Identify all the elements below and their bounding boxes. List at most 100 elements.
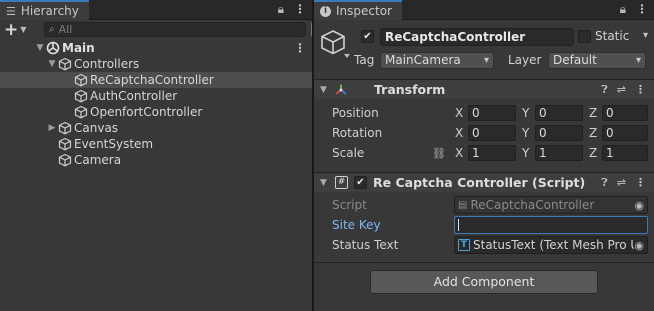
site-key-input[interactable] bbox=[454, 216, 648, 234]
textmeshpro-icon: T bbox=[458, 239, 470, 251]
chevron-down-icon: ▼ bbox=[20, 25, 27, 34]
more-options-icon[interactable]: ⋮ bbox=[635, 83, 646, 97]
tree-item-label: Main bbox=[62, 41, 95, 55]
rotation-y-field[interactable]: 0 bbox=[535, 125, 583, 141]
layer-value: Default bbox=[553, 53, 597, 67]
panel-splitter[interactable] bbox=[312, 0, 314, 311]
axis-z-label[interactable]: Z bbox=[589, 146, 597, 160]
tree-item-auth-controller[interactable]: AuthController bbox=[0, 88, 312, 104]
tree-item-event-system[interactable]: EventSystem bbox=[0, 136, 312, 152]
add-component-button[interactable]: Add Component bbox=[370, 270, 598, 294]
object-name-field[interactable]: ReCaptchaController bbox=[380, 28, 574, 46]
more-options-icon[interactable]: ⋮ bbox=[294, 41, 306, 55]
info-icon: i bbox=[320, 5, 331, 17]
transform-icon bbox=[335, 84, 347, 95]
position-z-field[interactable]: 0 bbox=[602, 105, 648, 121]
hierarchy-search-box[interactable]: ⌕ All ⧉ bbox=[44, 22, 327, 37]
layer-dropdown[interactable]: Default bbox=[548, 52, 646, 69]
status-text-field[interactable]: T StatusText (Text Mesh Pro U ◉ bbox=[454, 236, 648, 254]
tree-item-canvas[interactable]: ▶ Canvas bbox=[0, 120, 312, 136]
axis-y-label[interactable]: Y bbox=[522, 126, 529, 140]
help-icon[interactable]: ❓︎ bbox=[601, 83, 608, 97]
script-row: Script ▤ ReCaptchaController ◉ bbox=[314, 195, 654, 215]
tree-item-label: Canvas bbox=[74, 121, 119, 135]
inspector-tab[interactable]: i Inspector bbox=[314, 0, 402, 20]
expand-arrow-icon[interactable]: ▼ bbox=[34, 43, 46, 53]
scale-x-field[interactable]: 1 bbox=[468, 145, 516, 161]
tree-item-controllers[interactable]: ▼ Controllers bbox=[0, 56, 312, 72]
transform-component-header[interactable]: ▼ Transform ❓︎ ⇌ ⋮ bbox=[314, 79, 654, 99]
tag-dropdown[interactable]: MainCamera bbox=[380, 52, 494, 69]
inspector-tab-label: Inspector bbox=[336, 4, 392, 18]
tree-item-openfort-controller[interactable]: OpenfortController bbox=[0, 104, 312, 120]
tree-item-label: OpenfortController bbox=[90, 105, 203, 119]
hierarchy-tab[interactable]: ☰ Hierarchy bbox=[0, 0, 89, 20]
tag-label: Tag bbox=[354, 53, 375, 67]
inspector-tabbar: i Inspector 🔒︎ ⋮ bbox=[314, 0, 654, 20]
axis-y-label[interactable]: Y bbox=[522, 106, 529, 120]
constrain-proportions-icon[interactable]: ⛓︎ bbox=[432, 147, 446, 160]
tree-item-label: AuthController bbox=[90, 89, 178, 103]
add-object-button[interactable]: + ▼ bbox=[4, 21, 38, 38]
search-icon: ⌕ bbox=[49, 24, 55, 35]
object-picker-icon[interactable]: ◉ bbox=[634, 239, 644, 252]
foldout-arrow-icon[interactable]: ▼ bbox=[320, 85, 327, 95]
site-key-label: Site Key bbox=[332, 218, 381, 232]
presets-icon[interactable]: ⇌ bbox=[617, 83, 626, 97]
layer-label: Layer bbox=[508, 53, 542, 67]
gameobject-icon bbox=[58, 153, 72, 167]
status-text-label: Status Text bbox=[332, 238, 399, 252]
rotation-label: Rotation bbox=[332, 126, 383, 140]
axis-z-label[interactable]: Z bbox=[589, 106, 597, 120]
more-options-icon[interactable]: ⋮ bbox=[636, 2, 648, 17]
rotation-x-field[interactable]: 0 bbox=[468, 125, 516, 141]
transform-title: Transform bbox=[374, 82, 446, 97]
tree-item-recaptcha-controller[interactable]: ReCaptchaController bbox=[0, 72, 312, 88]
script-label: Script bbox=[332, 198, 367, 212]
script-component-title: Re Captcha Controller (Script) bbox=[373, 175, 586, 190]
axis-y-label[interactable]: Y bbox=[522, 146, 529, 160]
rotation-z-field[interactable]: 0 bbox=[602, 125, 648, 141]
status-text-row: Status Text T StatusText (Text Mesh Pro … bbox=[314, 235, 654, 255]
gameobject-icon bbox=[58, 137, 72, 151]
gameobject-icon bbox=[74, 73, 88, 87]
axis-x-label[interactable]: X bbox=[455, 126, 463, 140]
script-icon: # bbox=[335, 176, 348, 189]
tag-value: MainCamera bbox=[385, 53, 461, 67]
foldout-arrow-icon[interactable]: ▼ bbox=[320, 178, 327, 188]
tree-item-camera[interactable]: Camera bbox=[0, 152, 312, 168]
more-options-icon[interactable]: ⋮ bbox=[635, 176, 646, 190]
scene-item-main[interactable]: ▼ Main ⋮ bbox=[0, 40, 312, 56]
position-y-field[interactable]: 0 bbox=[535, 105, 583, 121]
scale-label: Scale bbox=[332, 146, 365, 160]
add-object-label: + bbox=[4, 19, 19, 40]
tree-item-label: ReCaptchaController bbox=[90, 73, 214, 87]
more-options-icon[interactable]: ⋮ bbox=[294, 2, 306, 17]
scale-z-field[interactable]: 1 bbox=[602, 145, 648, 161]
component-enabled-checkbox[interactable]: ✔ bbox=[354, 176, 367, 189]
script-value: ReCaptchaController bbox=[470, 198, 595, 212]
axis-x-label[interactable]: X bbox=[455, 146, 463, 160]
help-icon[interactable]: ❓︎ bbox=[601, 176, 608, 190]
scale-row: Scale ⛓︎ X 1 Y 1 Z 1 bbox=[314, 143, 654, 163]
active-checkbox[interactable]: ✔ bbox=[361, 30, 374, 43]
position-x-field[interactable]: 0 bbox=[468, 105, 516, 121]
lock-icon[interactable]: 🔒︎ bbox=[620, 2, 626, 17]
scale-y-field[interactable]: 1 bbox=[535, 145, 583, 161]
gameobject-icon[interactable] bbox=[320, 28, 350, 58]
gameobject-header: ✔ ReCaptchaController Static ▾ Tag MainC… bbox=[314, 20, 654, 80]
expand-arrow-icon[interactable]: ▼ bbox=[46, 59, 58, 69]
static-checkbox[interactable] bbox=[578, 30, 591, 43]
collapse-arrow-icon[interactable]: ▶ bbox=[46, 123, 58, 133]
status-text-value: StatusText (Text Mesh Pro U bbox=[473, 238, 640, 252]
lock-icon[interactable]: 🔒︎ bbox=[278, 2, 284, 17]
search-input[interactable]: All bbox=[59, 23, 73, 36]
presets-icon[interactable]: ⇌ bbox=[617, 176, 626, 190]
static-dropdown-icon[interactable]: ▾ bbox=[643, 30, 648, 41]
hierarchy-panel: ☰ Hierarchy 🔒︎ ⋮ + ▼ ⌕ All ⧉ ▼ Main ⋮ bbox=[0, 0, 327, 311]
axis-z-label[interactable]: Z bbox=[589, 126, 597, 140]
inspector-panel: i Inspector 🔒︎ ⋮ ✔ ReCaptchaController S… bbox=[314, 0, 654, 311]
script-component-header[interactable]: ▼ # ✔ Re Captcha Controller (Script) ❓︎ … bbox=[314, 172, 654, 192]
hierarchy-tabbar: ☰ Hierarchy 🔒︎ ⋮ bbox=[0, 0, 312, 20]
axis-x-label[interactable]: X bbox=[455, 106, 463, 120]
